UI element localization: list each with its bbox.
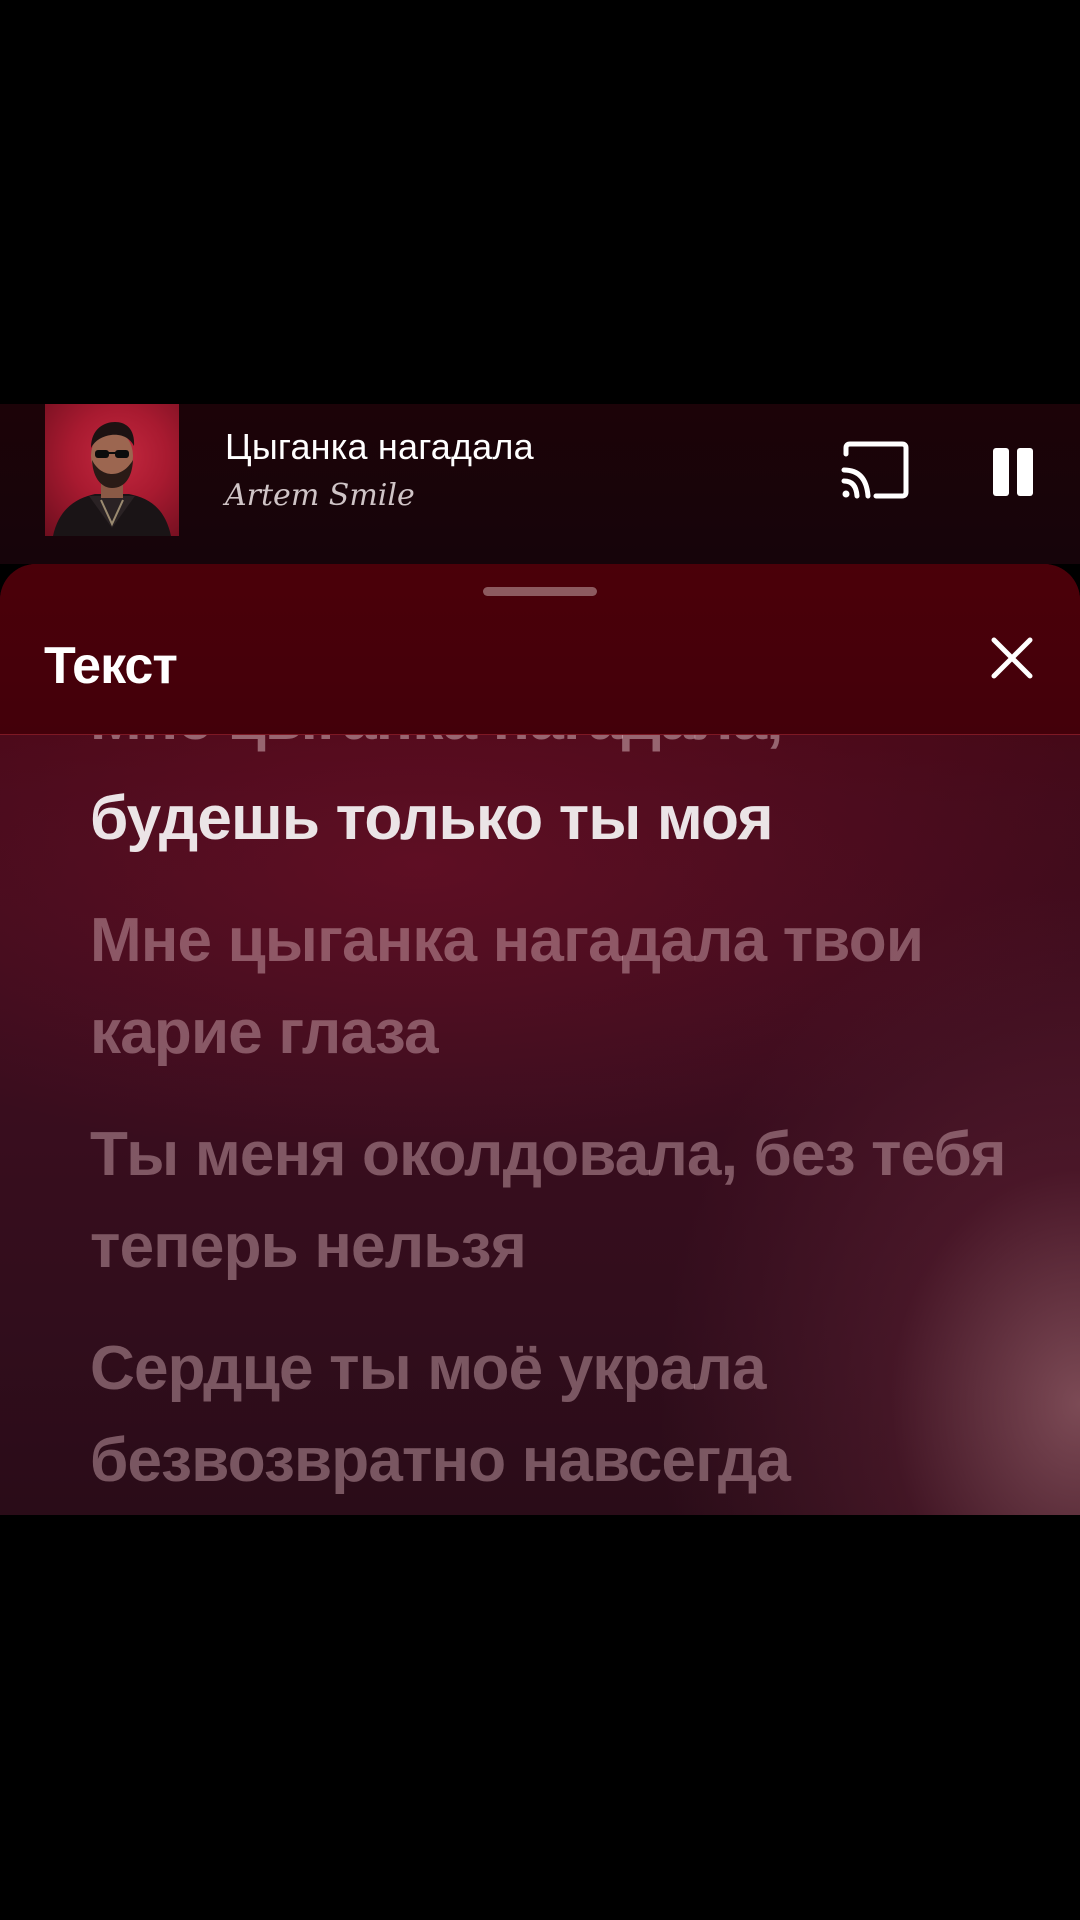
lyrics-title: Текст	[44, 637, 178, 695]
track-title[interactable]: Цыганка нагадала	[225, 426, 534, 468]
lyric-line-past[interactable]: Мне цыганка нагадала,	[90, 735, 1040, 765]
lyrics-header: Текст	[0, 564, 1080, 735]
cast-button[interactable]	[836, 440, 916, 504]
album-cover[interactable]	[45, 404, 179, 536]
lyrics-sheet: Текст Мне цыганка нагадала, будешь тольк…	[0, 564, 1080, 1515]
lyric-line[interactable]: Ты меня околдовала, без тебя теперь нель…	[90, 1109, 1040, 1293]
lyric-line[interactable]: Сердце ты моё украла безвозвратно навсег…	[90, 1323, 1040, 1507]
close-button[interactable]	[980, 626, 1044, 690]
mini-player[interactable]: Цыганка нагадала Artem Smile	[0, 404, 1080, 564]
lyric-line-active[interactable]: будешь только ты моя	[90, 773, 1040, 865]
cast-icon	[841, 441, 909, 499]
pause-button[interactable]	[985, 442, 1041, 502]
drag-handle[interactable]	[483, 587, 597, 596]
track-artist[interactable]: Artem Smile	[225, 478, 415, 513]
lyric-line[interactable]: Мне цыганка нагадала твои карие глаза	[90, 895, 1040, 1079]
screen: Цыганка нагадала Artem Smile Текст будеш…	[0, 0, 1080, 1920]
lyrics-list: Мне цыганка нагадала, будешь только ты м…	[90, 735, 1040, 1515]
close-icon	[991, 637, 1033, 679]
lyrics-scroll-area[interactable]: Мне цыганка нагадала, будешь только ты м…	[0, 735, 1080, 1515]
artist-photo	[53, 422, 171, 536]
